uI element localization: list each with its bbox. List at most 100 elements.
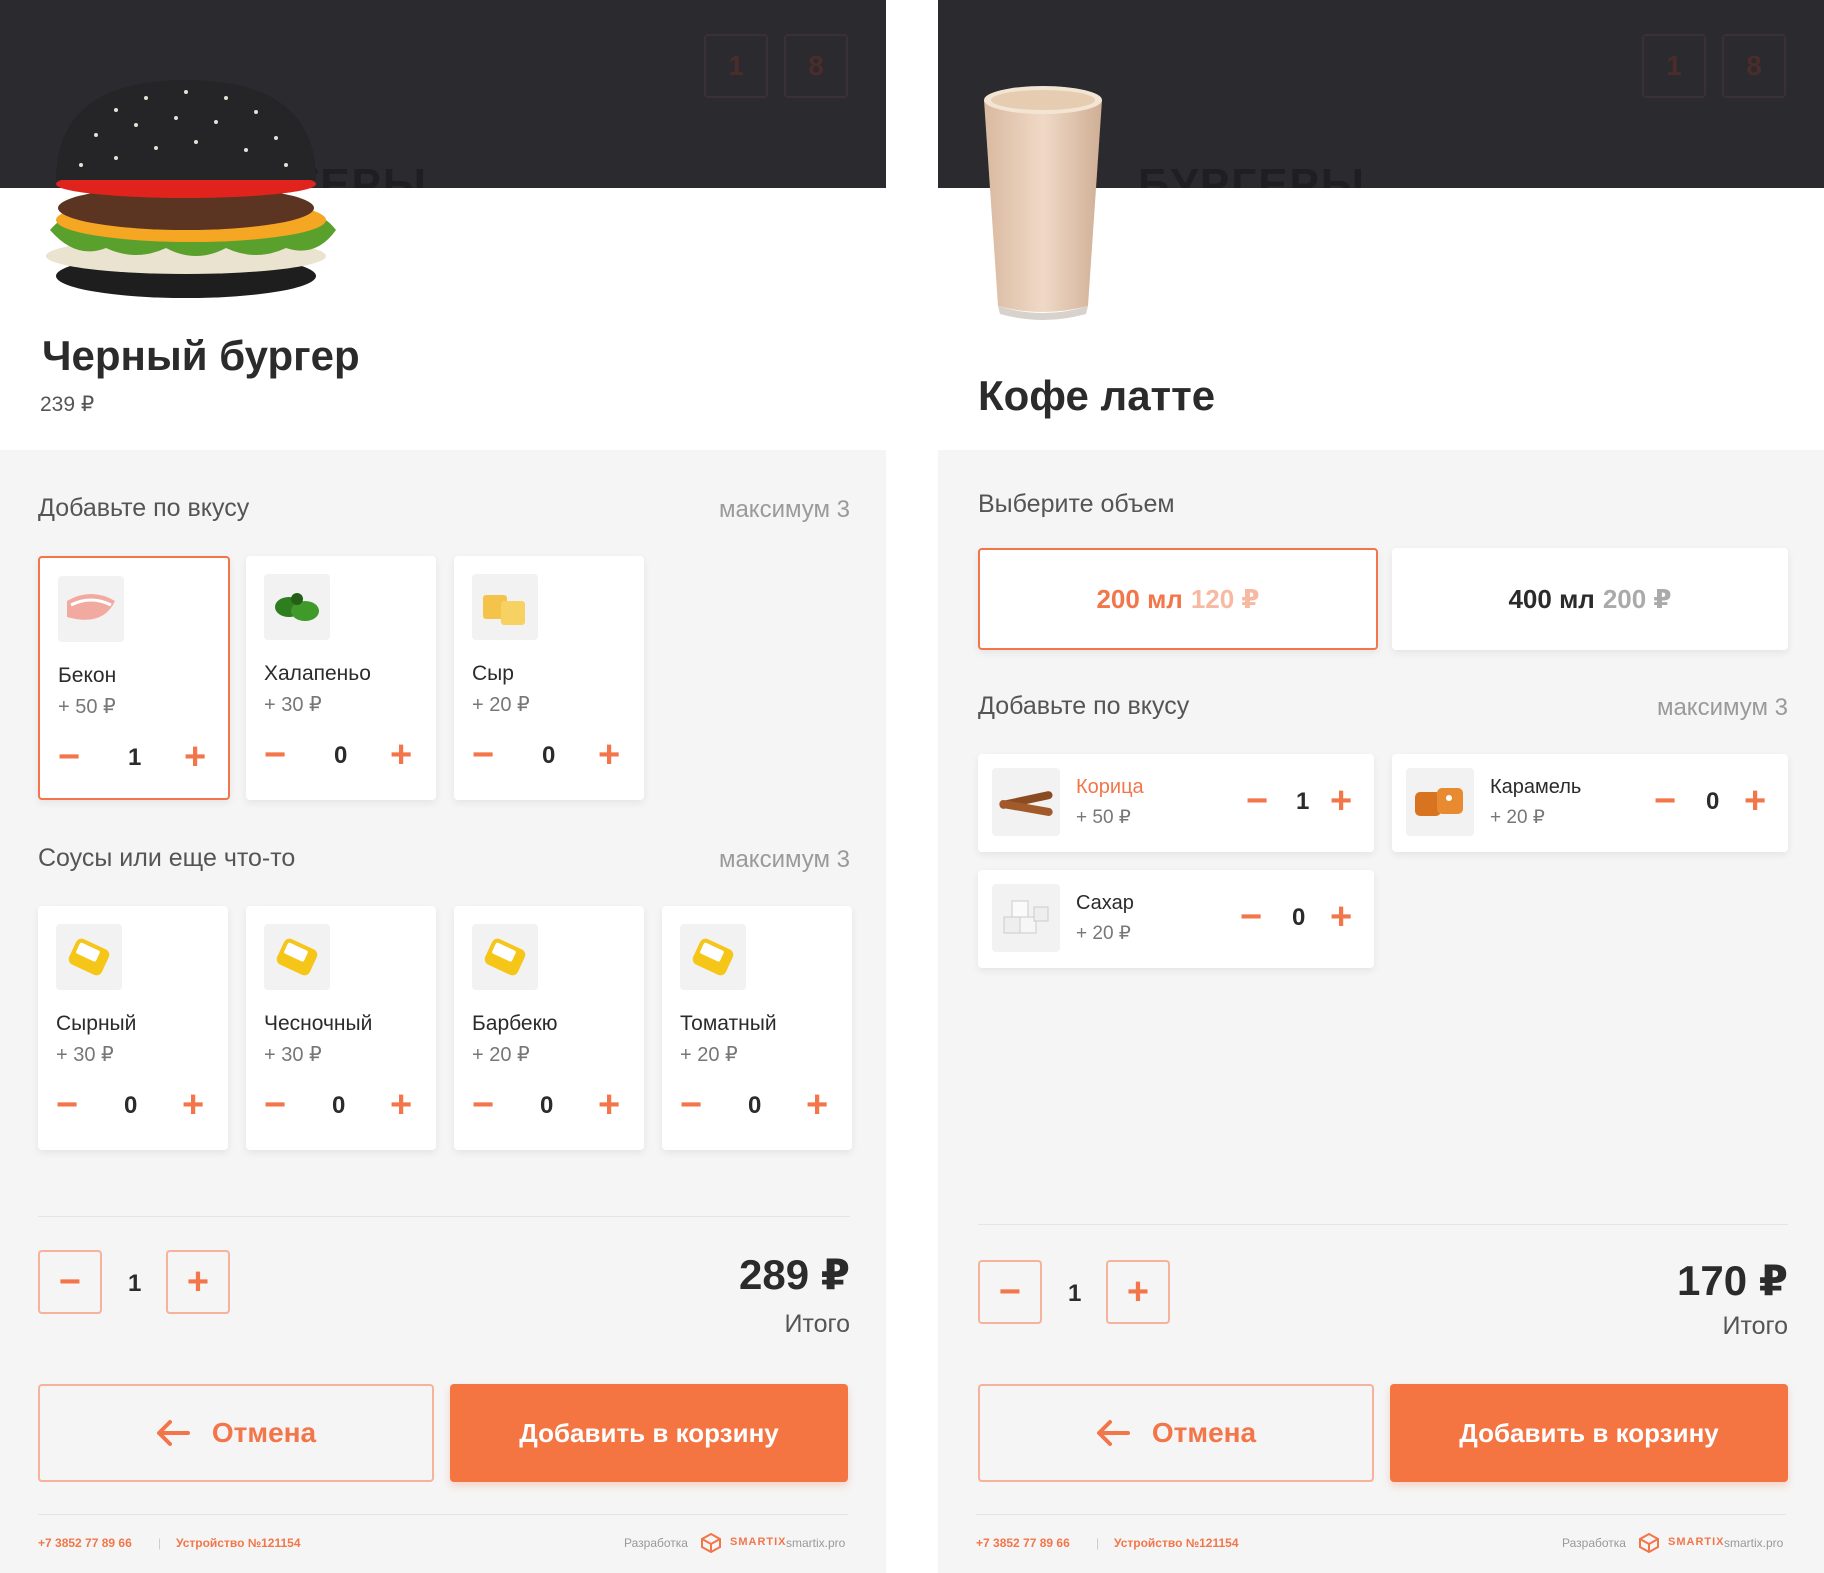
section-title-sauces: Соусы или еще что-то (38, 844, 296, 872)
footer-brand: SMARTIX (730, 1536, 787, 1548)
topping-card-bacon[interactable]: Бекон + 50 ₽ − 1 + (38, 556, 230, 800)
footer-device: Устройство №121154 (1114, 1536, 1239, 1550)
decrement-button[interactable]: − (56, 1086, 78, 1124)
volume-price: 120 ₽ (1190, 583, 1260, 614)
sauce-card-garlic[interactable]: Чесночный + 30 ₽ − 0 + (246, 906, 436, 1150)
footer-dev-label: Разработка (624, 1536, 688, 1550)
decrement-button[interactable]: − (264, 1086, 286, 1124)
footer-separator: | (158, 1536, 162, 1550)
topping-card-cheese[interactable]: Сыр + 20 ₽ − 0 + (454, 556, 644, 800)
jalapeno-icon (264, 574, 330, 640)
footer-dev-label: Разработка (1562, 1536, 1626, 1550)
increment-button[interactable]: + (1330, 782, 1352, 820)
addon-name: Сахар (1076, 892, 1134, 914)
footer-site[interactable]: smartix.pro (1724, 1536, 1783, 1550)
topping-card-jalapeno[interactable]: Халапеньо + 30 ₽ − 0 + (246, 556, 436, 800)
divider (38, 1216, 850, 1217)
header-button-1[interactable]: 1 (704, 34, 768, 98)
footer-brand: SMARTIX (1668, 1536, 1725, 1548)
quantity-increment-button[interactable]: + (1106, 1260, 1170, 1324)
total-price: 289 ₽ (739, 1251, 850, 1298)
decrement-button[interactable]: − (680, 1086, 702, 1124)
topping-count: 1 (128, 744, 142, 771)
header-button-2[interactable]: 8 (784, 34, 848, 98)
arrow-left-icon (156, 1420, 190, 1446)
sauce-count: 0 (332, 1092, 346, 1119)
section-max-addons: максимум 3 (1656, 694, 1788, 721)
sauce-packet-icon (680, 924, 746, 990)
increment-button[interactable]: + (1330, 898, 1352, 936)
increment-button[interactable]: + (390, 1086, 412, 1124)
volume-option-400[interactable]: 400 мл 200 ₽ (1392, 548, 1788, 650)
increment-button[interactable]: + (1744, 782, 1766, 820)
sauce-packet-icon (472, 924, 538, 990)
burger-image (46, 80, 336, 298)
topping-count: 0 (542, 742, 556, 769)
sauce-count: 0 (748, 1092, 762, 1119)
quantity-value: 1 (1068, 1280, 1082, 1307)
sauce-count: 0 (124, 1092, 138, 1119)
smartix-logo-icon (701, 1532, 721, 1554)
increment-button[interactable]: + (390, 736, 412, 774)
decrement-button[interactable]: − (1246, 782, 1268, 820)
volume-size: 400 мл (1508, 583, 1595, 614)
addon-count: 1 (1296, 788, 1310, 815)
addon-count: 0 (1706, 788, 1720, 815)
cinnamon-icon (992, 768, 1060, 836)
footer-phone: +7 3852 77 89 66 (38, 1536, 132, 1550)
sauce-name: Сырный (56, 1012, 137, 1035)
addon-name: Карамель (1490, 776, 1582, 798)
footer-divider (38, 1514, 848, 1515)
quantity-increment-button[interactable]: + (166, 1250, 230, 1314)
addon-card-cinnamon[interactable]: Корица + 50 ₽ − 1 + (978, 754, 1374, 852)
quantity-decrement-button[interactable]: − (38, 1250, 102, 1314)
increment-button[interactable]: + (182, 1086, 204, 1124)
add-to-cart-button[interactable]: Добавить в корзину (1390, 1384, 1788, 1482)
caramel-icon (1406, 768, 1474, 836)
cancel-button[interactable]: Отмена (38, 1384, 434, 1482)
quantity-value: 1 (128, 1270, 142, 1297)
addon-card-caramel[interactable]: Карамель + 20 ₽ − 0 + (1392, 754, 1788, 852)
increment-button[interactable]: + (184, 738, 206, 776)
footer-phone: +7 3852 77 89 66 (976, 1536, 1070, 1550)
sauce-card-tomato[interactable]: Томатный + 20 ₽ − 0 + (662, 906, 852, 1150)
section-max-toppings: максимум 3 (718, 496, 850, 523)
decrement-button[interactable]: − (472, 1086, 494, 1124)
sauce-name: Чесночный (264, 1012, 373, 1035)
cancel-label: Отмена (1151, 1417, 1257, 1448)
decrement-button[interactable]: − (1240, 898, 1262, 936)
cancel-button[interactable]: Отмена (978, 1384, 1374, 1482)
topping-name: Бекон (58, 664, 117, 687)
decrement-button[interactable]: − (472, 736, 494, 774)
sauce-count: 0 (540, 1092, 554, 1119)
bacon-icon (58, 576, 124, 642)
sauce-card-cheese[interactable]: Сырный + 30 ₽ − 0 + (38, 906, 228, 1150)
section-title-volume: Выберите объем (978, 490, 1175, 518)
sauce-card-bbq[interactable]: Барбекю + 20 ₽ − 0 + (454, 906, 644, 1150)
addon-card-sugar[interactable]: Сахар + 20 ₽ − 0 + (978, 870, 1374, 968)
volume-size: 200 мл (1096, 583, 1183, 614)
addon-name: Корица (1076, 776, 1144, 798)
increment-button[interactable]: + (806, 1086, 828, 1124)
total-label: Итого (784, 1310, 850, 1338)
volume-option-200[interactable]: 200 мл 120 ₽ (978, 548, 1378, 650)
volume-price: 200 ₽ (1602, 583, 1672, 614)
add-to-cart-button[interactable]: Добавить в корзину (450, 1384, 848, 1482)
header-button-2[interactable]: 8 (1722, 34, 1786, 98)
cheese-icon (472, 574, 538, 640)
increment-button[interactable]: + (598, 736, 620, 774)
product-title: Кофе латте (978, 372, 1216, 419)
header-button-1[interactable]: 1 (1642, 34, 1706, 98)
sauce-name: Барбекю (472, 1012, 558, 1035)
addon-price: + 50 ₽ (1076, 807, 1131, 828)
quantity-decrement-button[interactable]: − (978, 1260, 1042, 1324)
product-price: 239 ₽ (40, 393, 95, 416)
divider (978, 1224, 1788, 1225)
section-title-addons: Добавьте по вкусу (978, 692, 1190, 720)
decrement-button[interactable]: − (264, 736, 286, 774)
footer-site[interactable]: smartix.pro (786, 1536, 845, 1550)
arrow-left-icon (1096, 1420, 1130, 1446)
decrement-button[interactable]: − (58, 738, 80, 776)
increment-button[interactable]: + (598, 1086, 620, 1124)
decrement-button[interactable]: − (1654, 782, 1676, 820)
